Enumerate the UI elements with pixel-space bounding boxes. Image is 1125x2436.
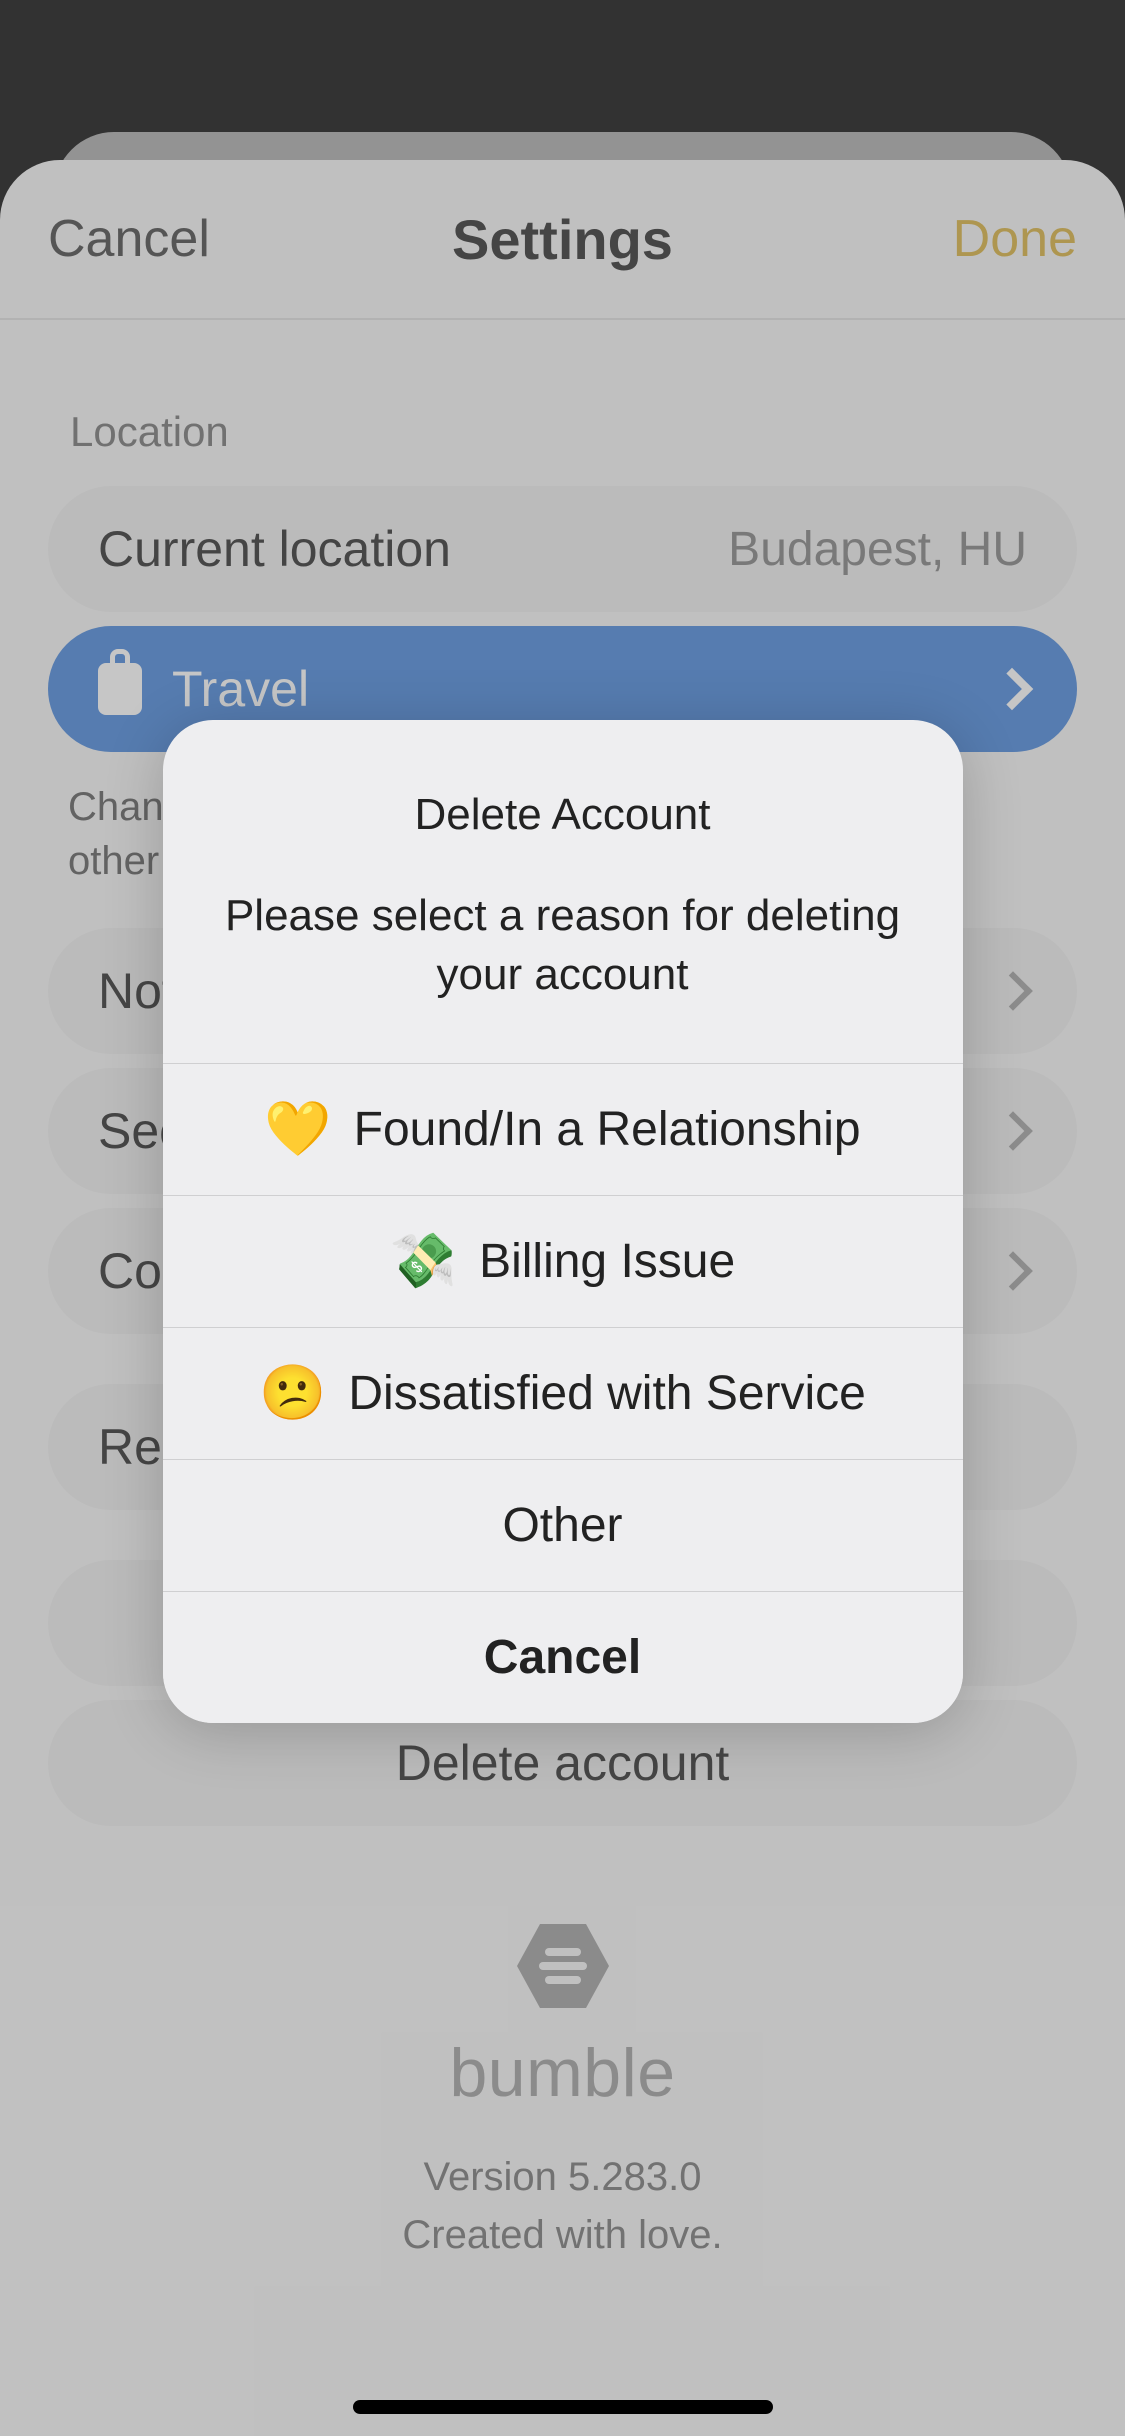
money-icon: 💸 xyxy=(390,1234,457,1288)
option-label: Dissatisfied with Service xyxy=(348,1366,866,1421)
option-label: Billing Issue xyxy=(479,1234,735,1289)
option-label: Cancel xyxy=(484,1630,641,1685)
option-label: Other xyxy=(502,1498,622,1553)
reason-dissatisfied[interactable]: 😕 Dissatisfied with Service xyxy=(163,1327,963,1459)
reason-billing-issue[interactable]: 💸 Billing Issue xyxy=(163,1195,963,1327)
delete-account-dialog: Delete Account Please select a reason fo… xyxy=(163,720,963,1723)
dialog-subtitle: Please select a reason for deleting your… xyxy=(223,886,903,1005)
reason-found-relationship[interactable]: 💛 Found/In a Relationship xyxy=(163,1063,963,1195)
option-label: Found/In a Relationship xyxy=(354,1102,861,1157)
reason-other[interactable]: Other xyxy=(163,1459,963,1591)
phone-frame: Cancel Settings Done Location Current lo… xyxy=(0,0,1125,2436)
home-indicator[interactable] xyxy=(353,2400,773,2414)
dialog-cancel-button[interactable]: Cancel xyxy=(163,1591,963,1723)
dialog-header: Delete Account Please select a reason fo… xyxy=(163,720,963,1063)
confused-face-icon: 😕 xyxy=(259,1366,326,1420)
heart-icon: 💛 xyxy=(264,1102,331,1156)
dialog-title: Delete Account xyxy=(223,790,903,840)
